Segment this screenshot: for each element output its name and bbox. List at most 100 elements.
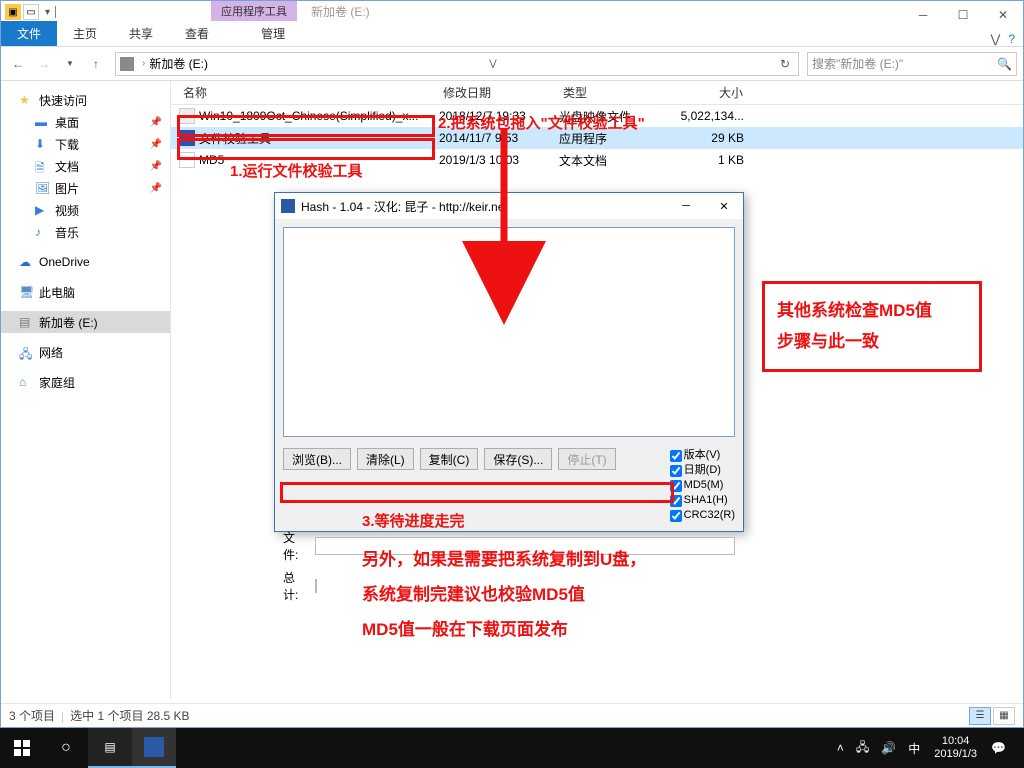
col-type: 类型 bbox=[559, 81, 674, 104]
pin-icon: 📌 bbox=[150, 183, 162, 194]
back-button[interactable]: ← bbox=[7, 53, 29, 75]
maximize-button[interactable]: ☐ bbox=[943, 1, 983, 29]
anno-arrow bbox=[484, 128, 524, 301]
nav-sidebar: ★快速访问 ▬桌面📌 ⬇下载📌 🗎文档📌 🖼图片📌 ▶视频 ♪音乐 ☁OneDr… bbox=[1, 81, 171, 699]
system-tray: ˄ 🖧 🔊 中 10:042019/1/3 💬 bbox=[831, 728, 1024, 768]
tab-manage[interactable]: 管理 bbox=[245, 21, 301, 46]
file-size: 1 KB bbox=[674, 153, 744, 167]
up-button[interactable]: ↑ bbox=[85, 53, 107, 75]
ribbon-tabs: 文件 主页 共享 查看 管理 ⋁? bbox=[1, 23, 1023, 47]
sidebar-desktop[interactable]: ▬桌面📌 bbox=[1, 111, 170, 133]
tray-notifications-icon[interactable]: 💬 bbox=[985, 741, 1012, 755]
hash-options: 版本(V) 日期(D) MD5(M) SHA1(H) CRC32(R) bbox=[670, 448, 735, 523]
chevron-right-icon[interactable]: › bbox=[140, 58, 147, 69]
search-input[interactable]: 搜索"新加卷 (E:)" 🔍 bbox=[807, 52, 1017, 76]
copy-button[interactable]: 复制(C) bbox=[420, 448, 479, 470]
status-count: 3 个项目 bbox=[9, 707, 55, 724]
chk-crc32[interactable]: CRC32(R) bbox=[670, 508, 735, 523]
address-dropdown-icon[interactable]: ⋁ bbox=[485, 58, 500, 69]
address-bar[interactable]: › 新加卷 (E:) ⋁ ↻ bbox=[115, 52, 799, 76]
sidebar-downloads[interactable]: ⬇下载📌 bbox=[1, 133, 170, 155]
tray-up-icon[interactable]: ˄ bbox=[831, 741, 850, 755]
tab-view[interactable]: 查看 bbox=[169, 21, 225, 46]
stop-button: 停止(T) bbox=[558, 448, 615, 470]
tray-ime[interactable]: 中 bbox=[902, 740, 926, 757]
taskbar: ○ ▤ ˄ 🖧 🔊 中 10:042019/1/3 💬 bbox=[0, 728, 1024, 768]
search-icon[interactable]: 🔍 bbox=[997, 57, 1012, 71]
window-title: 新加卷 (E:) bbox=[311, 3, 370, 20]
sidebar-documents[interactable]: 🗎文档📌 bbox=[1, 155, 170, 177]
sidebar-homegroup[interactable]: ⌂家庭组 bbox=[1, 371, 170, 393]
task-explorer[interactable]: ▤ bbox=[88, 728, 132, 768]
history-dropdown[interactable]: ▼ bbox=[59, 53, 81, 75]
anno-4: 另外，如果是需要把系统复制到U盘， bbox=[362, 545, 646, 570]
col-size: 大小 bbox=[674, 81, 754, 104]
chk-md5[interactable]: MD5(M) bbox=[670, 478, 735, 493]
anno-6: MD5值一般在下载页面发布 bbox=[362, 615, 568, 640]
view-thumbs-button[interactable]: ▦ bbox=[993, 707, 1015, 725]
hash-minimize-button[interactable]: ─ bbox=[667, 194, 705, 218]
hash-app-icon bbox=[281, 199, 295, 213]
anno-2: 2.把系统包拖入"文件校验工具" bbox=[438, 112, 645, 133]
anno-5: 系统复制完建议也校验MD5值 bbox=[362, 580, 585, 605]
context-tab: 应用程序工具 bbox=[211, 1, 297, 21]
tab-share[interactable]: 共享 bbox=[113, 21, 169, 46]
total-label: 总计: bbox=[283, 569, 309, 603]
col-date: 修改日期 bbox=[439, 81, 559, 104]
hash-title: Hash - 1.04 - 汉化: 昆子 - http://keir.net bbox=[301, 198, 508, 215]
anno-box-file1 bbox=[177, 115, 435, 137]
qa-dropdown[interactable]: ▾ │ bbox=[45, 7, 59, 18]
status-selection: 选中 1 个项目 28.5 KB bbox=[70, 707, 189, 724]
quick-access-toolbar: ▣ ▭ ▾ │ bbox=[1, 1, 1023, 23]
total-progress bbox=[315, 579, 317, 593]
anno-box-file2 bbox=[177, 138, 435, 160]
file-label: 文件: bbox=[283, 529, 309, 563]
anno-1: 1.运行文件校验工具 bbox=[230, 160, 363, 181]
anno-sidenote: 其他系统检查MD5值 步骤与此一致 bbox=[762, 281, 982, 372]
sidebar-network[interactable]: 🖧网络 bbox=[1, 341, 170, 363]
tab-home[interactable]: 主页 bbox=[57, 21, 113, 46]
breadcrumb[interactable]: 新加卷 (E:) bbox=[147, 55, 210, 72]
window-controls: ─ ☐ ✕ bbox=[903, 1, 1023, 29]
start-button[interactable] bbox=[0, 728, 44, 768]
cortana-button[interactable]: ○ bbox=[44, 728, 88, 768]
minimize-button[interactable]: ─ bbox=[903, 1, 943, 29]
sidebar-drive-e[interactable]: ▤新加卷 (E:) bbox=[1, 311, 170, 333]
browse-button[interactable]: 浏览(B)... bbox=[283, 448, 351, 470]
close-button[interactable]: ✕ bbox=[983, 1, 1023, 29]
chk-sha1[interactable]: SHA1(H) bbox=[670, 493, 735, 508]
forward-button[interactable]: → bbox=[33, 53, 55, 75]
sidebar-pictures[interactable]: 🖼图片📌 bbox=[1, 177, 170, 199]
column-headers[interactable]: 名称 修改日期 类型 大小 bbox=[171, 81, 1023, 105]
file-type: 文本文档 bbox=[559, 152, 674, 169]
properties-icon[interactable]: ▭ bbox=[23, 4, 39, 20]
task-hash[interactable] bbox=[132, 728, 176, 768]
sidebar-music[interactable]: ♪音乐 bbox=[1, 221, 170, 243]
nav-bar: ← → ▼ ↑ › 新加卷 (E:) ⋁ ↻ 搜索"新加卷 (E:)" 🔍 bbox=[1, 47, 1023, 81]
tray-volume-icon[interactable]: 🔊 bbox=[875, 741, 902, 755]
col-name: 名称 bbox=[179, 81, 439, 104]
drive-icon bbox=[120, 57, 134, 71]
anno-box-fileprog bbox=[280, 482, 674, 503]
chk-version[interactable]: 版本(V) bbox=[670, 448, 735, 463]
refresh-icon[interactable]: ↻ bbox=[776, 57, 794, 71]
hash-close-button[interactable]: ✕ bbox=[705, 194, 743, 218]
sidebar-quick-access[interactable]: ★快速访问 bbox=[1, 89, 170, 111]
sidebar-videos[interactable]: ▶视频 bbox=[1, 199, 170, 221]
chk-date[interactable]: 日期(D) bbox=[670, 463, 735, 478]
view-details-button[interactable]: ☰ bbox=[969, 707, 991, 725]
pin-icon: 📌 bbox=[150, 117, 162, 128]
tray-network-icon[interactable]: 🖧 bbox=[850, 738, 875, 759]
pin-icon: 📌 bbox=[150, 139, 162, 150]
file-size: 29 KB bbox=[674, 131, 744, 145]
folder-icon: ▣ bbox=[5, 4, 21, 20]
tab-file[interactable]: 文件 bbox=[1, 21, 57, 46]
pin-icon: 📌 bbox=[150, 161, 162, 172]
sidebar-this-pc[interactable]: 🖥此电脑 bbox=[1, 281, 170, 303]
clear-button[interactable]: 清除(L) bbox=[357, 448, 414, 470]
ribbon-expand-icon[interactable]: ⋁ bbox=[990, 32, 1000, 46]
help-icon[interactable]: ? bbox=[1008, 32, 1015, 46]
tray-clock[interactable]: 10:042019/1/3 bbox=[926, 735, 985, 761]
sidebar-onedrive[interactable]: ☁OneDrive bbox=[1, 251, 170, 273]
save-button[interactable]: 保存(S)... bbox=[484, 448, 552, 470]
